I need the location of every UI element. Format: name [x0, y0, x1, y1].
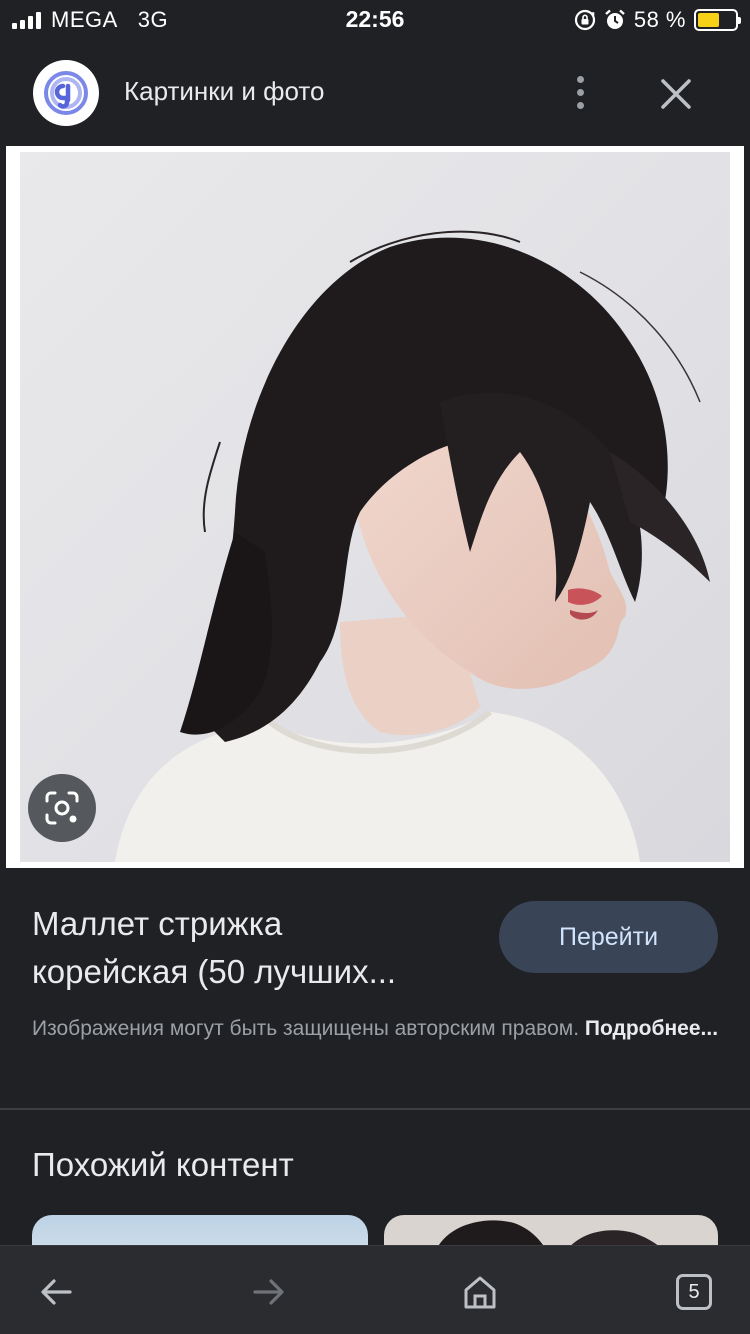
orientation-lock-icon	[574, 9, 595, 31]
result-title-line-2: корейская (50 лучших...	[32, 953, 397, 990]
arrow-back-icon[interactable]	[32, 1268, 80, 1316]
similar-content-heading: Похожий контент	[32, 1146, 294, 1183]
battery-percent: 58 %	[633, 7, 686, 32]
google-lens-logo-icon[interactable]	[33, 60, 99, 126]
copyright-notice: Изображения могут быть защищены авторски…	[32, 1012, 722, 1046]
alarm-icon	[605, 9, 625, 29]
tabs-count: 5	[676, 1274, 712, 1310]
arrow-forward-icon[interactable]	[245, 1268, 293, 1316]
image-frame	[6, 146, 744, 868]
more-info-link[interactable]: Подробнее...	[585, 1017, 718, 1040]
signal-icon	[12, 11, 41, 29]
result-title[interactable]: Маллет стрижка корейская (50 лучших...	[32, 900, 482, 996]
go-button[interactable]: Перейти	[499, 901, 718, 973]
page-title: Картинки и фото	[124, 76, 325, 106]
network-type: 3G	[137, 7, 169, 32]
battery-fill	[698, 13, 719, 27]
result-title-line-1: Маллет стрижка	[32, 905, 283, 942]
status-left: MEGA 3G	[12, 6, 168, 34]
status-right: 58 %	[574, 6, 741, 34]
main-image[interactable]	[20, 152, 730, 862]
tabs-button[interactable]: 5	[670, 1268, 718, 1316]
app-header: Картинки и фото	[0, 40, 750, 145]
status-bar: MEGA 3G 22:56 58 %	[0, 0, 750, 40]
bottom-navigation-bar: 5	[0, 1245, 750, 1334]
more-vert-icon[interactable]	[560, 70, 600, 114]
battery-icon	[694, 9, 741, 31]
lens-search-icon[interactable]	[28, 774, 96, 842]
section-divider	[0, 1108, 750, 1110]
home-icon[interactable]	[456, 1268, 504, 1316]
carrier-name: MEGA	[51, 7, 118, 32]
copyright-text: Изображения могут быть защищены авторски…	[32, 1017, 580, 1040]
close-icon[interactable]	[652, 70, 700, 118]
